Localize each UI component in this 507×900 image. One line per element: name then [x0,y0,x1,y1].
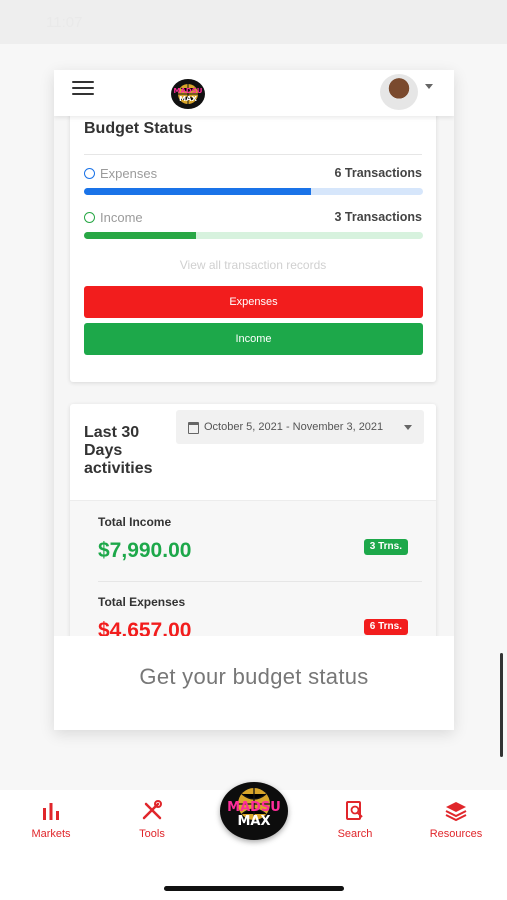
expenses-row-label: Expenses [84,166,157,181]
nav-resources[interactable]: Resources [411,800,501,840]
circle-icon [84,168,95,179]
chevron-down-icon [404,425,412,430]
income-count: 3 Transactions [334,210,422,224]
nav-search[interactable]: Search [310,800,400,840]
content-scroll[interactable]: Budget Status Expenses 6 Transactions In… [54,116,454,636]
income-button[interactable]: Income [84,323,423,355]
income-progress [84,232,423,239]
status-time: 11:07 [46,14,83,31]
bottom-nav: Markets Tools MADSU MAX Search Resources [0,782,507,900]
expenses-button[interactable]: Expenses [84,286,423,318]
circle-icon [84,212,95,223]
app-frame: MADSU MAX Budget Status Expenses 6 Trans… [54,70,454,730]
expenses-count: 6 Transactions [334,166,422,180]
nav-markets[interactable]: Markets [6,800,96,840]
nav-resources-label: Resources [429,828,483,840]
expenses-label: Expenses [100,166,158,181]
date-range-text: October 5, 2021 - November 3, 2021 [204,421,384,433]
total-expenses-label: Total Expenses [98,595,186,609]
total-income-label: Total Income [98,515,172,529]
status-bar: 11:07 [0,0,507,44]
activities-card: Last 30 Days activities October 5, 2021 … [70,404,436,636]
calendar-icon [188,422,199,434]
total-expenses-value: $4,657.00 [98,619,192,636]
menu-icon[interactable] [72,81,94,97]
tagline: Get your budget status [139,664,369,689]
logo-text-top: MADSU [227,800,281,815]
bar-chart-icon [39,800,63,822]
activity-stats: Total Income $7,990.00 3 Trns. Total Exp… [70,500,436,636]
view-all-link[interactable]: View all transaction records [70,258,436,272]
budget-status-card: Budget Status Expenses 6 Transactions In… [70,116,436,382]
nav-home-logo[interactable]: MADSU MAX [220,782,288,840]
activities-title: Last 30 Days activities [84,424,153,477]
nav-tools-label: Tools [139,828,165,840]
search-icon [343,800,367,822]
divider [98,581,422,582]
nav-markets-label: Markets [31,828,71,840]
income-progress-fill [84,232,196,239]
avatar[interactable] [380,74,418,110]
brand-logo[interactable]: MADSU MAX [171,79,205,109]
income-row-label: Income [84,210,143,225]
scrollbar[interactable] [500,653,503,757]
budget-title: Budget Status [84,120,193,137]
layers-icon [444,800,468,822]
chevron-down-icon[interactable] [425,84,433,89]
expenses-progress [84,188,423,195]
logo-text-bottom: MAX [179,95,197,103]
home-indicator [164,886,344,891]
nav-tools[interactable]: Tools [107,800,197,840]
expenses-transactions-badge: 6 Trns. [363,619,408,635]
income-label: Income [100,210,143,225]
total-income-value: $7,990.00 [98,539,192,562]
logo-text-top: MADSU [173,87,203,95]
nav-search-label: Search [337,828,373,840]
top-bar: MADSU MAX [54,70,454,116]
divider [84,154,422,155]
tools-icon [140,800,164,822]
date-range-select[interactable]: October 5, 2021 - November 3, 2021 [176,410,424,444]
logo-text-bottom: MAX [237,814,271,829]
expenses-progress-fill [84,188,312,195]
income-transactions-badge: 3 Trns. [363,539,408,555]
